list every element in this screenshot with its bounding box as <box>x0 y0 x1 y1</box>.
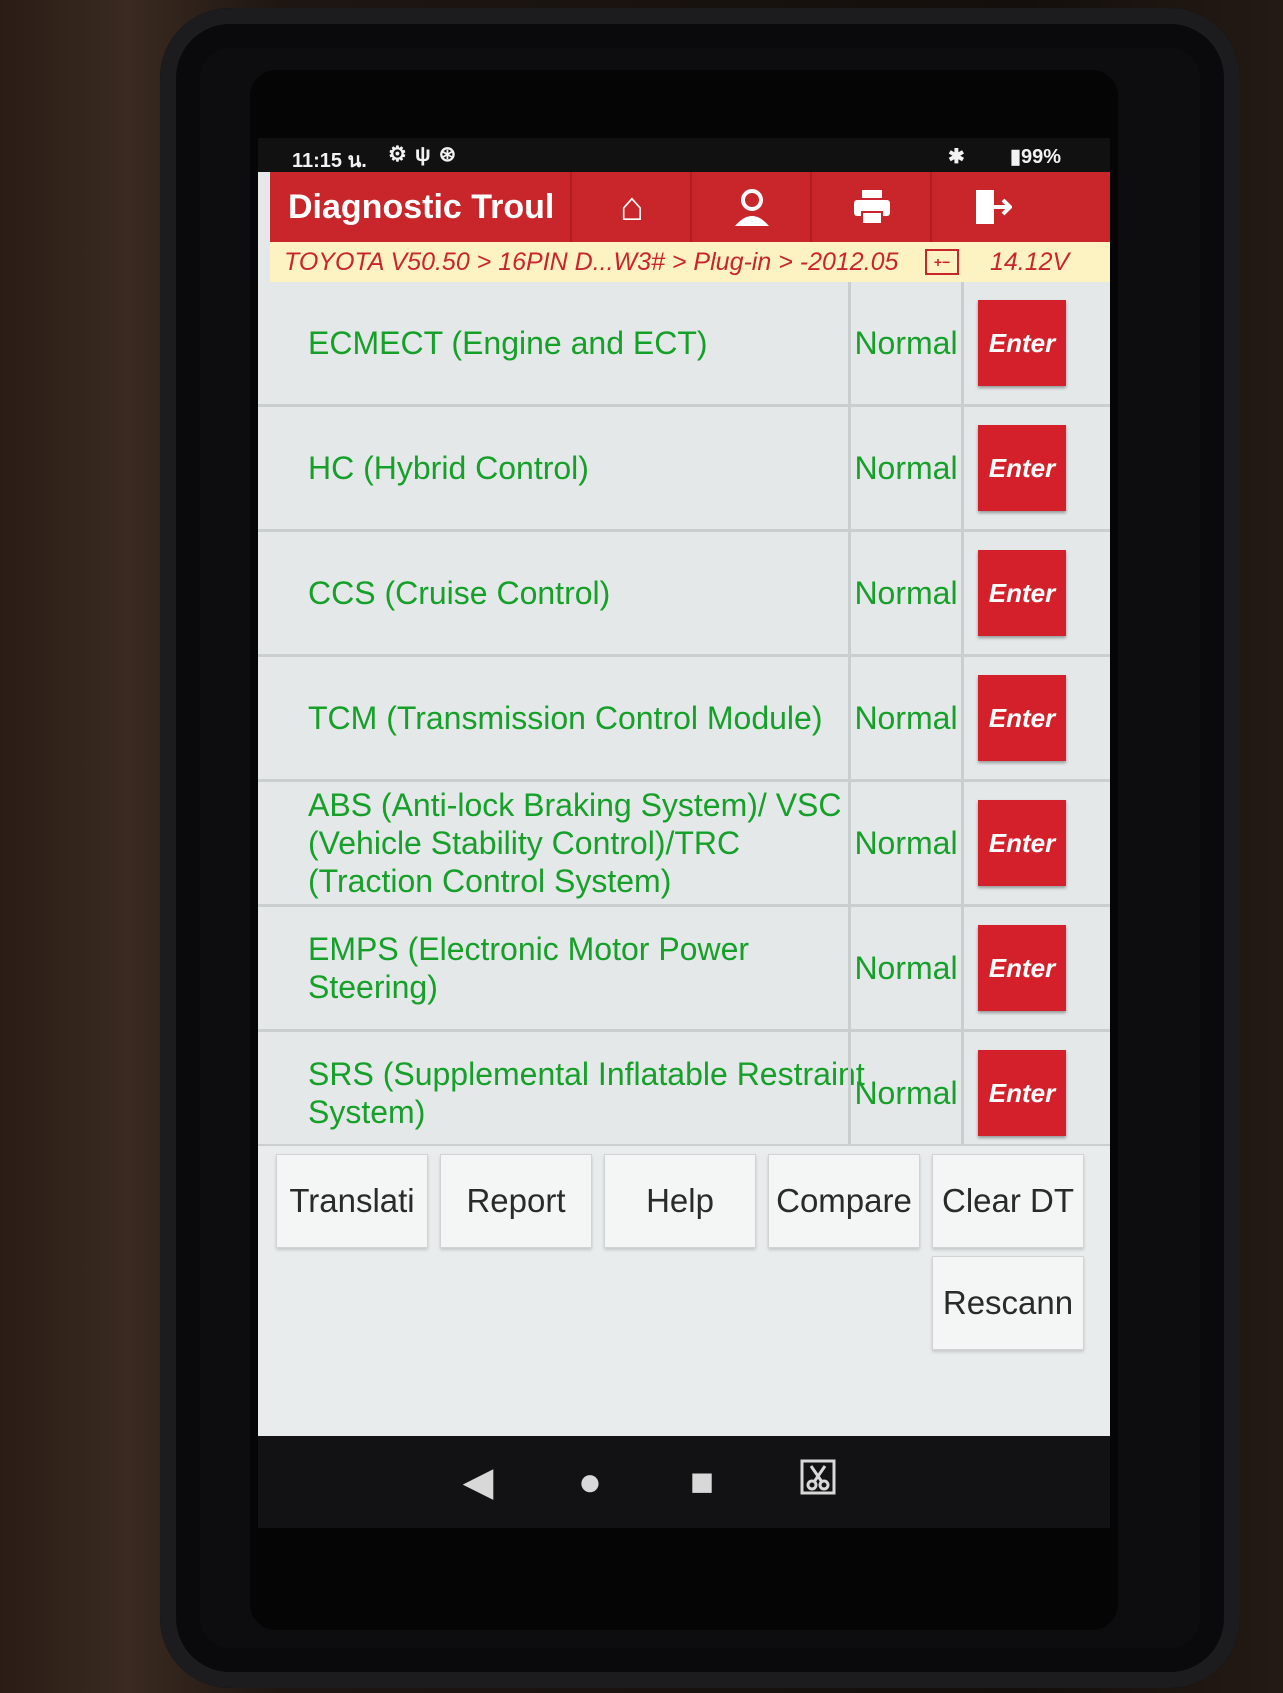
enter-button[interactable]: Enter <box>978 925 1066 1011</box>
android-nav-bar: ◀ ● ■ <box>258 1436 1110 1528</box>
system-name: SRS (Supplemental Inflatable Restraint S… <box>308 1056 865 1130</box>
home-button[interactable]: ⌂ <box>570 172 692 242</box>
breadcrumb-path: TOYOTA V50.50 > 16PIN D...W3# > Plug-in … <box>284 248 899 276</box>
screen: 11:15 น. ⚙ψ⊛ ✱ ▮99% Diagnostic Troul ⌂ T… <box>258 138 1110 1528</box>
system-status: Normal <box>848 782 964 904</box>
enter-button[interactable]: Enter <box>978 800 1066 886</box>
user-icon <box>735 189 769 226</box>
exit-button[interactable] <box>930 172 1052 242</box>
list-item: CCS (Cruise Control) Normal Enter <box>258 532 1110 657</box>
scissors-icon <box>800 1459 836 1495</box>
status-icons: ⚙ψ⊛ <box>388 142 464 167</box>
list-item: TCM (Transmission Control Module) Normal… <box>258 657 1110 782</box>
system-status: Normal <box>848 907 964 1029</box>
breadcrumb: TOYOTA V50.50 > 16PIN D...W3# > Plug-in … <box>270 242 1110 282</box>
system-status: Normal <box>848 532 964 654</box>
system-list[interactable]: ECMECT (Engine and ECT) Normal Enter HC … <box>258 282 1110 1144</box>
print-button[interactable] <box>810 172 932 242</box>
enter-button[interactable]: Enter <box>978 425 1066 511</box>
system-name: HC (Hybrid Control) <box>308 450 589 486</box>
app-header: Diagnostic Troul ⌂ <box>270 172 1110 242</box>
sync-icon: ⊛ <box>438 143 465 166</box>
home-icon: ⌂ <box>619 185 645 229</box>
battery-level: 99% <box>1021 146 1062 168</box>
bluetooth-icon: ✱ <box>948 146 965 168</box>
usb-icon: ψ <box>414 143 439 166</box>
system-status: Normal <box>848 282 964 404</box>
list-item: HC (Hybrid Control) Normal Enter <box>258 407 1110 532</box>
system-status: Normal <box>848 407 964 529</box>
system-name: ECMECT (Engine and ECT) <box>308 325 708 361</box>
screenshot-icon[interactable] <box>788 1458 848 1507</box>
enter-button[interactable]: Enter <box>978 300 1066 386</box>
rescan-button[interactable]: Rescann <box>932 1256 1084 1350</box>
page-title: Diagnostic Troul <box>288 188 555 226</box>
system-status: Normal <box>848 1032 964 1144</box>
compare-button[interactable]: Compare <box>768 1154 920 1248</box>
car-battery-icon: +− <box>925 249 959 275</box>
help-button[interactable]: Help <box>604 1154 756 1248</box>
enter-button[interactable]: Enter <box>978 550 1066 636</box>
list-item: EMPS (Electronic Motor Power Steering) N… <box>258 907 1110 1032</box>
user-button[interactable] <box>690 172 812 242</box>
report-button[interactable]: Report <box>440 1154 592 1248</box>
voltage-readout: 14.12V <box>990 248 1070 276</box>
home-circle-icon[interactable]: ● <box>560 1458 620 1506</box>
system-name: TCM (Transmission Control Module) <box>308 700 823 736</box>
translate-button[interactable]: Translati <box>276 1154 428 1248</box>
enter-button[interactable]: Enter <box>978 675 1066 761</box>
list-item: ECMECT (Engine and ECT) Normal Enter <box>258 282 1110 407</box>
print-icon <box>854 190 890 225</box>
battery-indicator: ▮99% <box>1010 146 1062 168</box>
list-item: SRS (Supplemental Inflatable Restraint S… <box>258 1032 1110 1144</box>
settings-icon: ⚙ <box>388 143 415 166</box>
recents-icon[interactable]: ■ <box>672 1458 732 1506</box>
list-item: ABS (Anti-lock Braking System)/ VSC (Veh… <box>258 782 1110 907</box>
system-name: ABS (Anti-lock Braking System)/ VSC (Veh… <box>308 787 842 899</box>
system-status: Normal <box>848 657 964 779</box>
exit-icon <box>976 190 1013 224</box>
clear-dtc-button[interactable]: Clear DT <box>932 1154 1084 1248</box>
enter-button[interactable]: Enter <box>978 1050 1066 1136</box>
back-icon[interactable]: ◀ <box>448 1458 508 1506</box>
system-name: EMPS (Electronic Motor Power Steering) <box>308 931 750 1005</box>
system-name: CCS (Cruise Control) <box>308 575 611 611</box>
status-bar: 11:15 น. ⚙ψ⊛ ✱ ▮99% <box>258 138 1110 172</box>
